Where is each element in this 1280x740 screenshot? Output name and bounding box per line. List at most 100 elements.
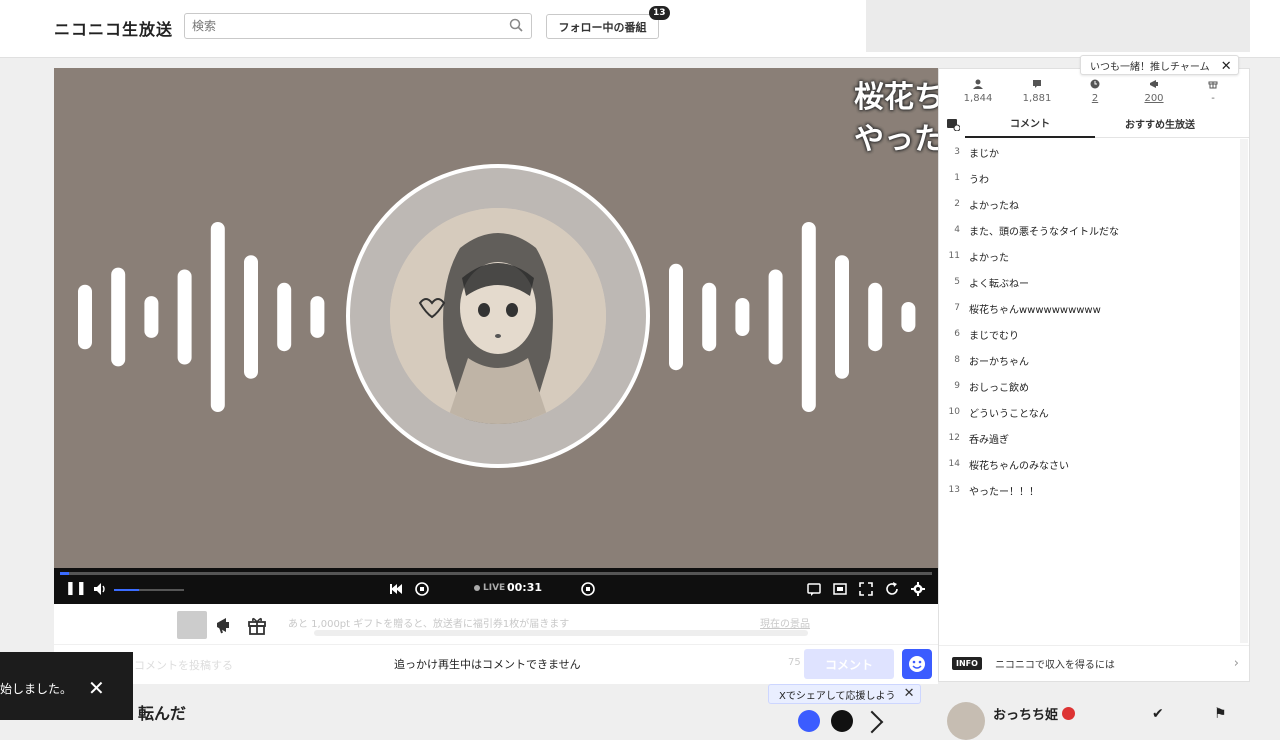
stat-ads[interactable]: 200 [1124,79,1184,104]
video-player[interactable]: 桜花ち やった [54,68,938,568]
broadcaster-avatar-ring [346,164,650,468]
comment-text: よく転ぶねー [969,278,1029,290]
fullscreen-icon[interactable] [858,581,874,597]
timeshift-count[interactable]: 2 [1065,93,1125,104]
visualizer-bar-left [310,296,325,338]
comment-number: 7 [954,303,960,313]
tab-recommended-programs[interactable]: おすすめ生放送 [1095,109,1225,138]
info-banner[interactable]: INFO ニコニコで収入を得るには › [939,645,1249,681]
streamer-badge-icon [1062,707,1075,720]
list-item[interactable]: 2 よかったね [939,191,1239,217]
list-item[interactable]: 5 よく転ぶねー [939,269,1239,295]
visualizer-bar-right [669,263,683,371]
comment-input[interactable]: コメントを投稿する [134,657,233,673]
header-ad-area [866,0,1250,52]
forward-10-icon[interactable] [580,581,596,597]
x-share-icon[interactable] [831,710,853,732]
facebook-share-icon[interactable] [798,710,820,732]
site-logo[interactable]: ニコニコ生放送 [54,16,173,40]
list-item[interactable]: 1 うわ [939,165,1239,191]
volume-slider[interactable] [114,589,184,591]
overlay-caption-line1: 桜花ち [854,80,938,115]
ad-points[interactable]: 200 [1124,93,1184,104]
list-item[interactable]: 7 桜花ちゃんwwwwwwwwww [939,295,1239,321]
program-stats: 1,844 1,881 2 200 - [939,79,1251,109]
reload-icon[interactable] [884,581,900,597]
visualizer-bar-right [735,298,750,336]
program-title: 転んだ [138,704,187,723]
comment-list-scrollbar[interactable] [1240,139,1248,643]
close-icon[interactable]: ✕ [1221,59,1232,74]
streamer-name[interactable]: おっちち姫 [993,704,1058,723]
comment-number: 14 [948,459,960,469]
rewind-10-icon[interactable] [414,581,430,597]
pinned-item-tag[interactable]: いつも一緒！推しチャーム ✕ [1080,55,1239,75]
comment-bar: コメントを投稿する 追っかけ再生中はコメントできません 75 コメント [54,644,938,684]
comment-number: 4 [954,225,960,235]
avatar[interactable] [947,702,985,740]
smiley-icon [909,656,925,672]
live-indicator[interactable]: LIVE [474,583,505,593]
pinned-item-label: いつも一緒！推しチャーム [1090,61,1210,73]
visualizer-bar-left [144,296,159,338]
share-icon[interactable] [860,710,884,734]
comment-text: まじか [969,148,999,160]
comment-number: 11 [948,251,960,261]
viewers-count: 1,844 [963,93,993,104]
comment-number: 2 [954,199,960,209]
visualizer-bar-right [702,282,717,352]
comment-text: うわ [969,174,989,186]
list-item[interactable]: 14 桜花ちゃんのみなさい [939,451,1239,477]
list-item[interactable]: 4 また、頭の悪そうなタイトルだな [939,217,1239,243]
playback-time: 00:31 [507,581,543,594]
seek-bar[interactable] [60,572,932,575]
info-text: ニコニコで収入を得るには [994,660,1115,671]
current-prize-link[interactable]: 現在の景品 [760,615,810,630]
close-icon[interactable]: ✕ [904,686,915,701]
visualizer-bar-left [277,282,292,352]
share-tooltip-text: Xでシェアして応援しよう [779,690,896,702]
list-item[interactable]: 10 どういうことなん [939,399,1239,425]
following-programs-button[interactable]: フォロー中の番組 [546,14,659,39]
comment-text: やったー！！！ [969,486,1039,498]
comment-number: 13 [948,485,960,495]
volume-level [114,589,139,591]
share-tooltip: Xでシェアして応援しよう ✕ [768,684,921,704]
comment-submit-button[interactable]: コメント [804,649,894,679]
megaphone-icon[interactable] [214,614,236,636]
search-box[interactable] [184,13,532,39]
list-item[interactable]: 11 よかった [939,243,1239,269]
list-item[interactable]: 13 やったー！！！ [939,477,1239,503]
stat-timeshift[interactable]: 2 [1065,79,1125,104]
gift-progress-message: あと 1,000pt ギフトを贈ると、放送者に福引券1枚が届きます [288,619,570,630]
tab-comments[interactable]: コメント [965,109,1095,138]
list-item[interactable]: 3 まじか [939,139,1239,165]
settings-gear-icon[interactable] [910,581,926,597]
search-icon[interactable] [509,18,523,32]
info-badge: INFO [952,657,982,670]
nicoad-gift-icon[interactable] [946,117,960,131]
gift-item-thumbnail[interactable] [177,611,207,639]
volume-icon[interactable] [92,581,108,597]
comment-char-count: 75 [788,657,801,668]
comment-list[interactable]: 3 まじか 1 うわ 2 よかったね 4 また、頭の悪そうなタイトルだな 11 よかった 5 よく転ぶ… [939,139,1239,503]
search-input[interactable] [185,14,495,38]
pause-icon[interactable]: ❚❚ [65,581,87,597]
theater-mode-icon[interactable] [832,581,848,597]
list-item[interactable]: 8 おーかちゃん [939,347,1239,373]
list-item[interactable]: 9 おしっこ飲め [939,373,1239,399]
comment-toggle-icon[interactable] [806,581,822,597]
comment-disabled-message: 追っかけ再生中はコメントできません [394,658,581,671]
skip-to-start-icon[interactable] [388,581,404,597]
gift-icon[interactable] [246,614,268,636]
visualizer-bar-right [901,302,916,332]
comment-number: 10 [948,407,960,417]
comment-text: よかったね [969,200,1019,212]
list-item[interactable]: 12 呑み過ぎ [939,425,1239,451]
list-item[interactable]: 6 まじでむり [939,321,1239,347]
megaphone-icon [1149,80,1158,88]
chevron-right-icon: › [1233,656,1239,671]
close-icon[interactable]: ✕ [88,676,105,700]
following-count-badge: 13 [649,6,670,20]
emoji-button[interactable] [902,649,932,679]
